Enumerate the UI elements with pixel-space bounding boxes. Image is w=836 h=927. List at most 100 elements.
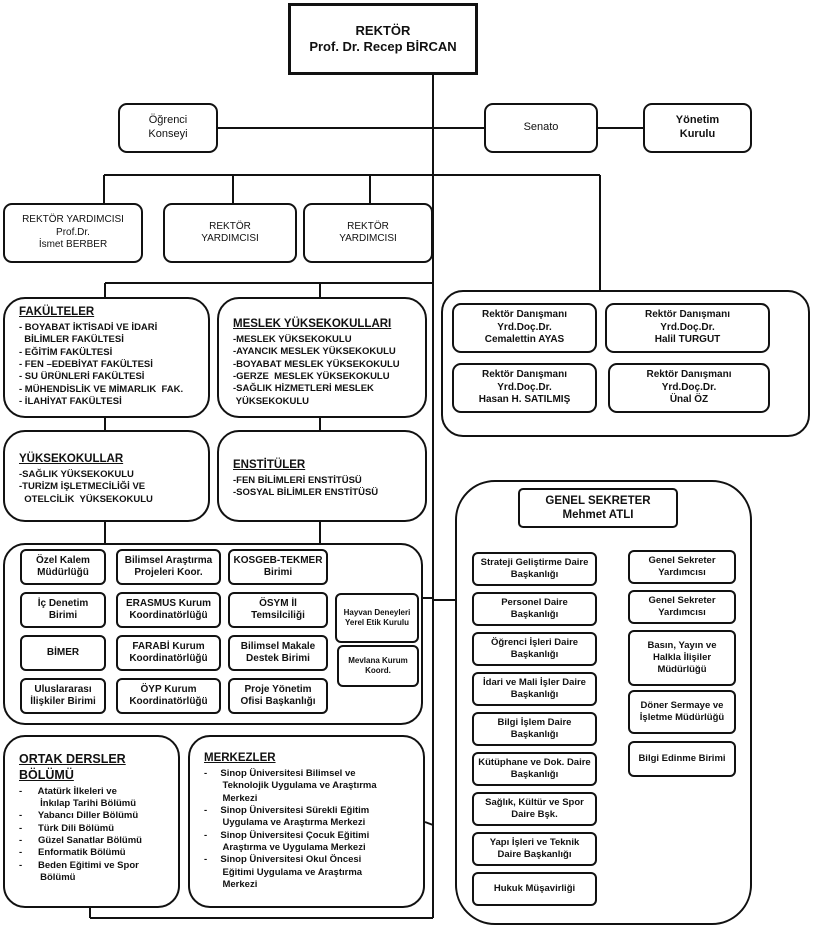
department-box: İdari ve Mali İşler Daire Başkanlığı xyxy=(472,672,597,706)
common-courses-title: ORTAK DERSLER BÖLÜMÜ xyxy=(19,752,126,783)
department-box: Yapı İşleri ve Teknik Daire Başkanlığı xyxy=(472,832,597,866)
rector-box: REKTÖR Prof. Dr. Recep BİRCAN xyxy=(288,3,478,75)
label: ÖSYM İl Temsilciliği xyxy=(251,597,305,622)
label: FARABİ Kurum Koordinatörlüğü xyxy=(129,640,208,665)
label: Yönetim xyxy=(675,114,720,127)
label: Kurulu xyxy=(679,128,716,140)
list-item: - Türk Dili Bölümü xyxy=(19,822,114,834)
label: Yrd.Doç.Dr. xyxy=(497,321,552,333)
label: KOSGEB-TEKMER Birimi xyxy=(233,554,323,579)
board-box: Yönetim Kurulu xyxy=(643,103,752,153)
vocational-title: MESLEK YÜKSEKOKULLARI xyxy=(233,318,392,330)
label: Bilgi Edinme Birimi xyxy=(638,753,726,765)
unit-box: İç Denetim Birimi xyxy=(20,592,106,628)
label: Hayvan Deneyleri Yerel Etik Kurulu xyxy=(343,608,411,627)
label: Basın, Yayın ve Halkla İlişiler Müdürlüğ… xyxy=(647,640,717,675)
label: YARDIMCISI xyxy=(339,233,397,244)
faculties-title: FAKÜLTELER xyxy=(19,306,95,318)
advisor-box: Rektör Danışmanı Yrd.Doç.Dr. Hasan H. SATI… xyxy=(452,363,597,413)
unit-box: ERASMUS Kurum Koordinatörlüğü xyxy=(116,592,221,628)
list-item: - Yabancı Diller Bölümü xyxy=(19,810,139,822)
department-box: Sağlık, Kültür ve Spor Daire Bşk. xyxy=(472,792,597,826)
label: Yrd.Doç.Dr. xyxy=(660,321,715,333)
department-box: Genel Sekreter Yardımcısı xyxy=(628,590,736,624)
label: Mehmet ATLI xyxy=(562,509,634,521)
label: Prof.Dr. xyxy=(56,226,90,238)
department-box: Genel Sekreter Yardımcısı xyxy=(628,550,736,584)
list-item: - Enformatik Bölümü xyxy=(19,847,126,859)
label: Mevlana Kurum Koord. xyxy=(348,656,408,675)
label: Bilimsel Araştırma Projeleri Koor. xyxy=(124,554,213,579)
label: Genel Sekreter Yardımcısı xyxy=(648,555,716,578)
unit-box: FARABİ Kurum Koordinatörlüğü xyxy=(116,635,221,671)
list-item: - Sinop Üniversitesi Çocuk Eğitimi Araşt… xyxy=(204,829,370,853)
department-box: Strateji Geliştirme Daire Başkanlığı xyxy=(472,552,597,586)
label: Özel Kalem Müdürlüğü xyxy=(36,554,90,579)
label: Uluslararası İlişkiler Birimi xyxy=(30,683,96,708)
label: Öğrenci xyxy=(148,114,188,127)
list-item: - Sinop Üniversitesi Sürekli Eğitim Uygu… xyxy=(204,804,370,829)
label: Personel Daire Başkanlığı xyxy=(501,597,568,620)
department-box: Öğrenci İşleri Daire Başkanlığı xyxy=(472,632,597,666)
label: Bilimsel Makale Destek Birimi xyxy=(240,640,316,665)
org-chart: REKTÖR Prof. Dr. Recep BİRCAN Öğrenci Kon… xyxy=(0,0,836,927)
label: Hukuk Müşavirliği xyxy=(493,883,576,895)
list-item: - FEN –EDEBİYAT FAKÜLTESİ xyxy=(19,358,153,370)
student-council-box: Öğrenci Konseyi xyxy=(118,103,218,153)
label: Ünal ÖZ xyxy=(669,394,709,406)
label: İdari ve Mali İşler Daire Başkanlığı xyxy=(483,677,586,700)
department-box: Basın, Yayın ve Halkla İlişiler Müdürlüğ… xyxy=(628,630,736,686)
schools-title: YÜKSEKOKULLAR xyxy=(19,453,124,465)
vice-rector-box: REKTÖR YARDIMCISI xyxy=(303,203,433,263)
advisor-box: Rektör Danışmanı Yrd.Doç.Dr. Halil TURGUT xyxy=(605,303,770,353)
list-item: - SU ÜRÜNLERİ FAKÜLTESİ xyxy=(19,371,145,383)
label: Rektör Danışmanı xyxy=(481,369,568,381)
unit-box: Özel Kalem Müdürlüğü xyxy=(20,549,106,585)
unit-box: Bilimsel Araştırma Projeleri Koor. xyxy=(116,549,221,585)
unit-box: Hayvan Deneyleri Yerel Etik Kurulu xyxy=(335,593,419,643)
label: Rektör Danışmanı xyxy=(646,369,732,381)
list-item: - Sinop Üniversitesi Bilimsel ve Teknolo… xyxy=(204,767,377,804)
list-item: - Beden Eğitimi ve Spor Bölümü xyxy=(19,859,139,883)
vocational-box: MESLEK YÜKSEKOKULLARI -MESLEK YÜKSEKOKUL… xyxy=(217,297,427,418)
list-item: -SAĞLIK HİZMETLERİ MESLEK YÜKSEKOKULU xyxy=(233,383,374,407)
department-box: Bilgi Edinme Birimi xyxy=(628,741,736,777)
label: REKTÖR YARDIMCISI xyxy=(22,214,124,226)
label: Kütüphane ve Dok. Daire Başkanlığı xyxy=(478,757,591,780)
unit-box: ÖYP Kurum Koordinatörlüğü xyxy=(116,678,221,714)
label: REKTÖR xyxy=(347,220,389,232)
centers-title: MERKEZLER xyxy=(204,752,276,764)
centers-box: MERKEZLER - Sinop Üniversitesi Bilimsel … xyxy=(188,735,425,908)
label: BİMER xyxy=(46,646,80,658)
list-item: -SAĞLIK YÜKSEKOKULU xyxy=(19,468,134,480)
advisor-box: Rektör Danışmanı Yrd.Doç.Dr. Ünal ÖZ xyxy=(608,363,770,413)
list-item: -BOYABAT MESLEK YÜKSEKOKULU xyxy=(233,358,400,370)
label: Rektör Danışmanı xyxy=(481,309,568,321)
list-item: - İLAHİYAT FAKÜLTESİ xyxy=(19,396,122,407)
list-item: - Güzel Sanatlar Bölümü xyxy=(19,834,142,846)
advisor-box: Rektör Danışmanı Yrd.Doç.Dr. Cemalettin AY… xyxy=(452,303,597,353)
schools-box: YÜKSEKOKULLAR -SAĞLIK YÜKSEKOKULU -TURİZM… xyxy=(3,430,210,522)
label: Bilgi İşlem Daire Başkanlığı xyxy=(497,717,572,740)
department-box: Kütüphane ve Dok. Daire Başkanlığı xyxy=(472,752,597,786)
label: REKTÖR xyxy=(209,220,251,232)
faculties-box: FAKÜLTELER - BOYABAT İKTİSADİ VE İDARİ B… xyxy=(3,297,210,418)
list-item: - Atatürk İlkeleri ve İnkılap Tarihi Böl… xyxy=(19,785,137,809)
list-item: -FEN BİLİMLERİ ENSTİTÜSÜ xyxy=(233,474,362,486)
unit-box: Bilimsel Makale Destek Birimi xyxy=(228,635,328,671)
label: Strateji Geliştirme Daire Başkanlığı xyxy=(480,557,589,580)
list-item: - EĞİTİM FAKÜLTESİ xyxy=(19,346,113,358)
label: Cemalettin AYAS xyxy=(484,334,565,346)
department-box: Hukuk Müşavirliği xyxy=(472,872,597,906)
unit-box: KOSGEB-TEKMER Birimi xyxy=(228,549,328,585)
label: YARDIMCISI xyxy=(201,233,259,244)
label: Döner Sermaye ve İşletme Müdürlüğü xyxy=(639,700,725,723)
list-item: - MÜHENDİSLİK VE MİMARLIK FAK. xyxy=(19,383,184,395)
department-box: Bilgi İşlem Daire Başkanlığı xyxy=(472,712,597,746)
list-item: -GERZE MESLEK YÜKSEKOKULU xyxy=(233,370,390,382)
label: Proje Yönetim Ofisi Başkanlığı xyxy=(240,683,316,708)
label: Yapı İşleri ve Teknik Daire Başkanlığı xyxy=(489,837,580,860)
label: İç Denetim Birimi xyxy=(37,597,89,622)
label: Öğrenci İşleri Daire Başkanlığı xyxy=(490,637,579,660)
rector-title: REKTÖR xyxy=(355,22,411,38)
